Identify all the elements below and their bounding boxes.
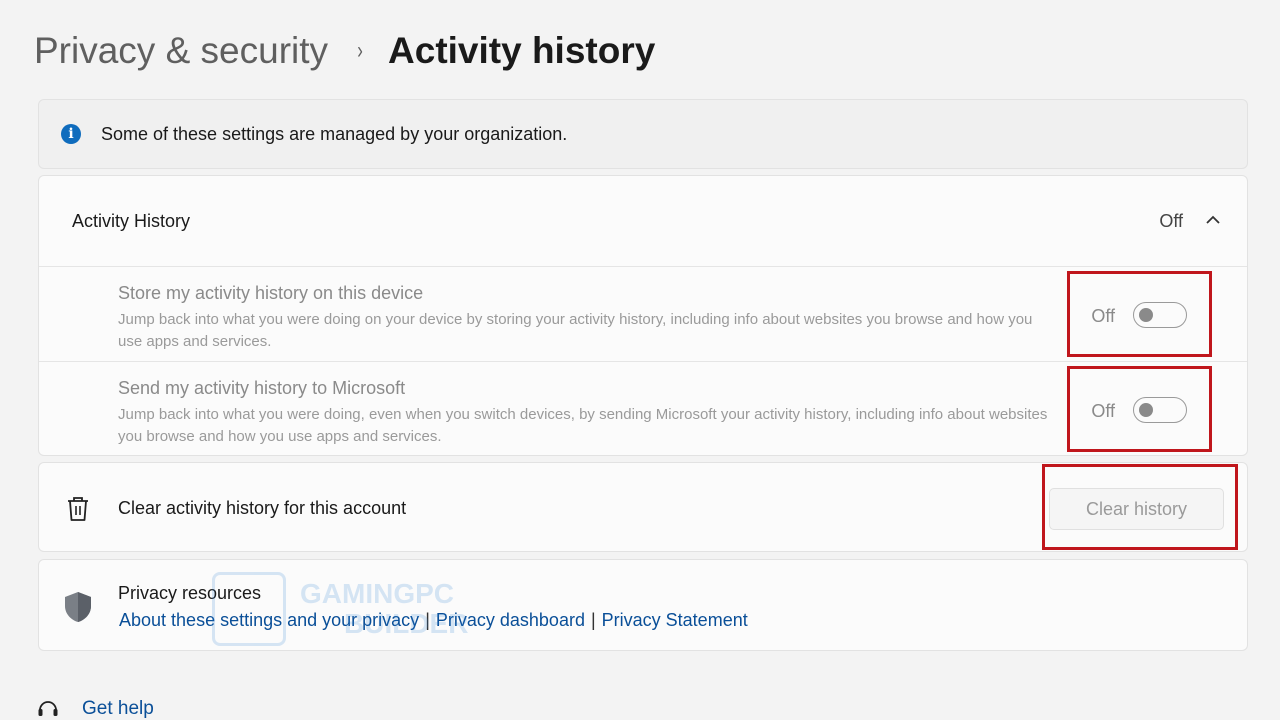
privacy-links: About these settings and your privacy | …: [119, 610, 748, 631]
privacy-dashboard-link[interactable]: Privacy dashboard: [436, 610, 585, 631]
send-activity-title: Send my activity history to Microsoft: [118, 378, 406, 398]
about-privacy-link[interactable]: About these settings and your privacy: [119, 610, 419, 631]
activity-history-state: Off: [1159, 210, 1183, 231]
link-separator: |: [425, 610, 430, 630]
breadcrumb: Privacy & security › Activity history: [34, 26, 655, 76]
shield-icon: [65, 592, 91, 622]
info-icon: i: [61, 124, 81, 144]
activity-history-title: Activity History: [72, 210, 191, 231]
store-activity-description: Jump back into what you were doing on yo…: [118, 311, 1033, 350]
get-help-link[interactable]: Get help: [82, 698, 154, 720]
privacy-resources-card: Privacy resources About these settings a…: [38, 559, 1248, 651]
send-activity-toggle[interactable]: [1133, 397, 1187, 423]
store-activity-toggle[interactable]: [1133, 302, 1187, 328]
toggle-knob: [1139, 403, 1153, 417]
page-title: Activity history: [388, 30, 656, 71]
clear-history-button[interactable]: Clear history: [1049, 488, 1224, 530]
trash-icon: [68, 497, 88, 521]
privacy-statement-link[interactable]: Privacy Statement: [602, 610, 748, 631]
breadcrumb-parent[interactable]: Privacy & security: [34, 30, 328, 72]
send-activity-row: Send my activity history to Microsoft Ju…: [39, 362, 1247, 457]
help-icon: [38, 701, 58, 716]
breadcrumb-separator: ›: [357, 37, 363, 64]
clear-history-label: Clear activity history for this account: [118, 498, 407, 518]
chevron-up-icon[interactable]: [1205, 212, 1221, 228]
link-separator: |: [590, 610, 596, 630]
activity-history-header[interactable]: Activity History Off: [39, 176, 1247, 267]
toggle-knob: [1139, 308, 1153, 322]
privacy-resources-title: Privacy resources: [118, 583, 262, 603]
store-activity-title: Store my activity history on this device: [118, 283, 424, 303]
send-activity-toggle-label: Off: [1091, 401, 1115, 421]
managed-info-banner: i Some of these settings are managed by …: [38, 99, 1248, 169]
activity-history-card: Activity History Off Store my activity h…: [38, 175, 1248, 456]
send-activity-description: Jump back into what you were doing, even…: [118, 406, 1048, 445]
info-banner-text: Some of these settings are managed by yo…: [101, 123, 568, 144]
store-activity-row: Store my activity history on this device…: [39, 267, 1247, 362]
store-activity-toggle-label: Off: [1091, 306, 1115, 326]
get-help[interactable]: Get help: [36, 697, 154, 720]
clear-history-card: Clear activity history for this account …: [38, 462, 1248, 552]
